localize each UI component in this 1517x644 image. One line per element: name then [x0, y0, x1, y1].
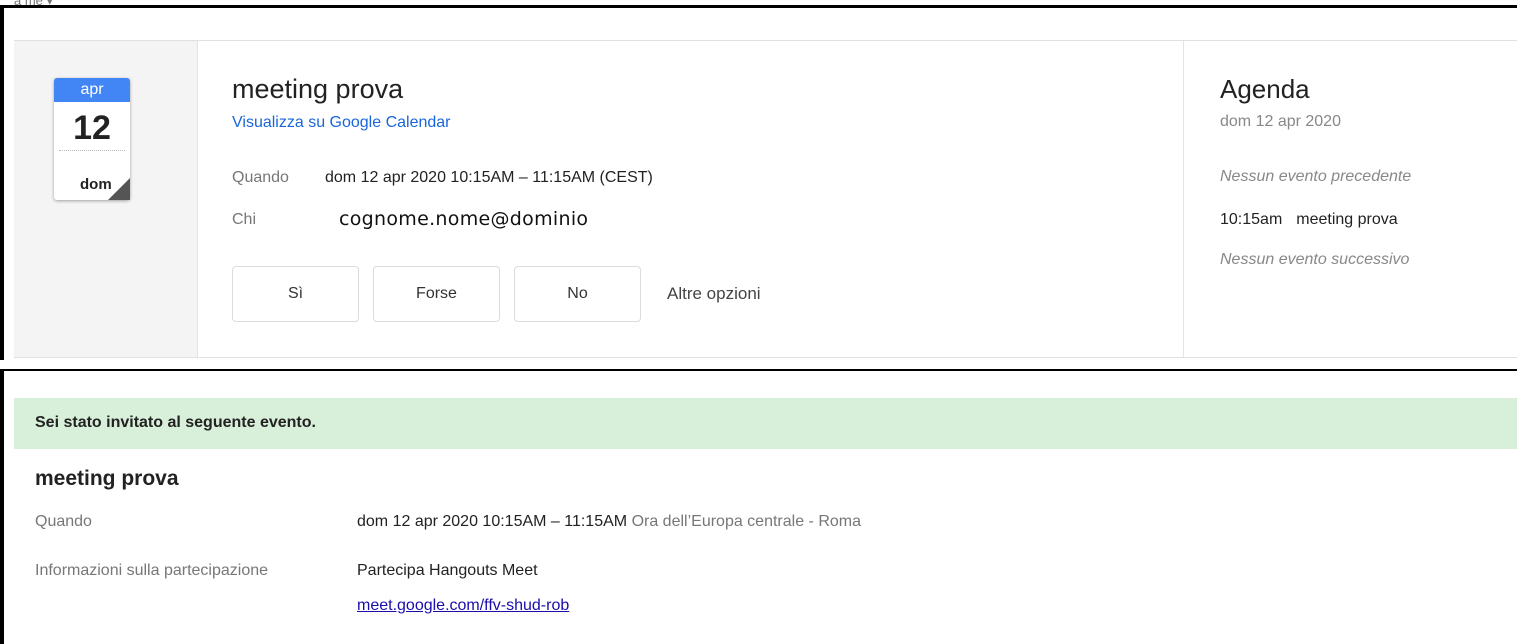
agenda-event-name: meeting prova [1296, 211, 1398, 228]
join-info-value: Partecipa Hangouts Meet [357, 562, 538, 579]
invite-body-timezone: Ora dell’Europa centrale - Roma [631, 513, 861, 530]
meet-link[interactable]: meet.google.com/ffv-shud-rob [357, 597, 569, 615]
more-options-button[interactable]: Altre opzioni [667, 284, 761, 304]
event-title: meeting prova [232, 74, 404, 104]
date-column: apr 12 dom [14, 41, 198, 357]
agenda-event-item[interactable]: 10:15am meeting prova [1220, 211, 1398, 229]
who-value: cognome.nome@dominio [339, 208, 589, 230]
event-info: meeting prova Visualizza su Google Calen… [198, 41, 1182, 357]
agenda-date: dom 12 apr 2020 [1220, 113, 1341, 130]
agenda-title: Agenda [1220, 74, 1310, 104]
invite-body-title: meeting prova [35, 467, 179, 490]
page-fold-icon [108, 178, 130, 200]
agenda-no-previous: Nessun evento precedente [1220, 168, 1412, 185]
agenda-no-next: Nessun evento successivo [1220, 251, 1410, 268]
calendar-day: 12 [73, 109, 111, 147]
invite-body-when-value: dom 12 apr 2020 10:15AM – 11:15AM Ora de… [357, 513, 861, 530]
who-label: Chi [232, 211, 257, 228]
join-info-label: Informazioni sulla partecipazione [35, 562, 269, 579]
screenshot-border-top [0, 5, 1517, 8]
when-label: Quando [232, 169, 289, 186]
calendar-date-icon: apr 12 dom [54, 78, 130, 200]
rsvp-yes-button[interactable]: Sì [232, 266, 359, 322]
invite-body-when-label: Quando [35, 513, 92, 530]
invitation-banner-text: Sei stato invitato al seguente evento. [35, 414, 316, 431]
screenshot-border-left [0, 5, 4, 360]
rsvp-maybe-button[interactable]: Forse [373, 266, 500, 322]
recipient-label[interactable]: a me ▾ [14, 0, 53, 9]
rsvp-no-button[interactable]: No [514, 266, 641, 322]
invitation-banner: Sei stato invitato al seguente evento. [14, 398, 1517, 449]
when-value: dom 12 apr 2020 10:15AM – 11:15AM (CEST) [325, 169, 653, 186]
calendar-weekday: dom [80, 176, 112, 193]
calendar-divider [59, 150, 125, 151]
agenda-event-time: 10:15am [1220, 211, 1283, 228]
screenshot-border-left-lower-overlay [0, 370, 4, 644]
view-in-calendar-link[interactable]: Visualizza su Google Calendar [232, 114, 451, 132]
invite-card: apr 12 dom meeting prova Visualizza su G… [14, 40, 1517, 358]
calendar-month: apr [54, 78, 130, 102]
section-separator [0, 369, 1517, 371]
agenda-panel: Agenda dom 12 apr 2020 Nessun evento pre… [1183, 41, 1517, 357]
